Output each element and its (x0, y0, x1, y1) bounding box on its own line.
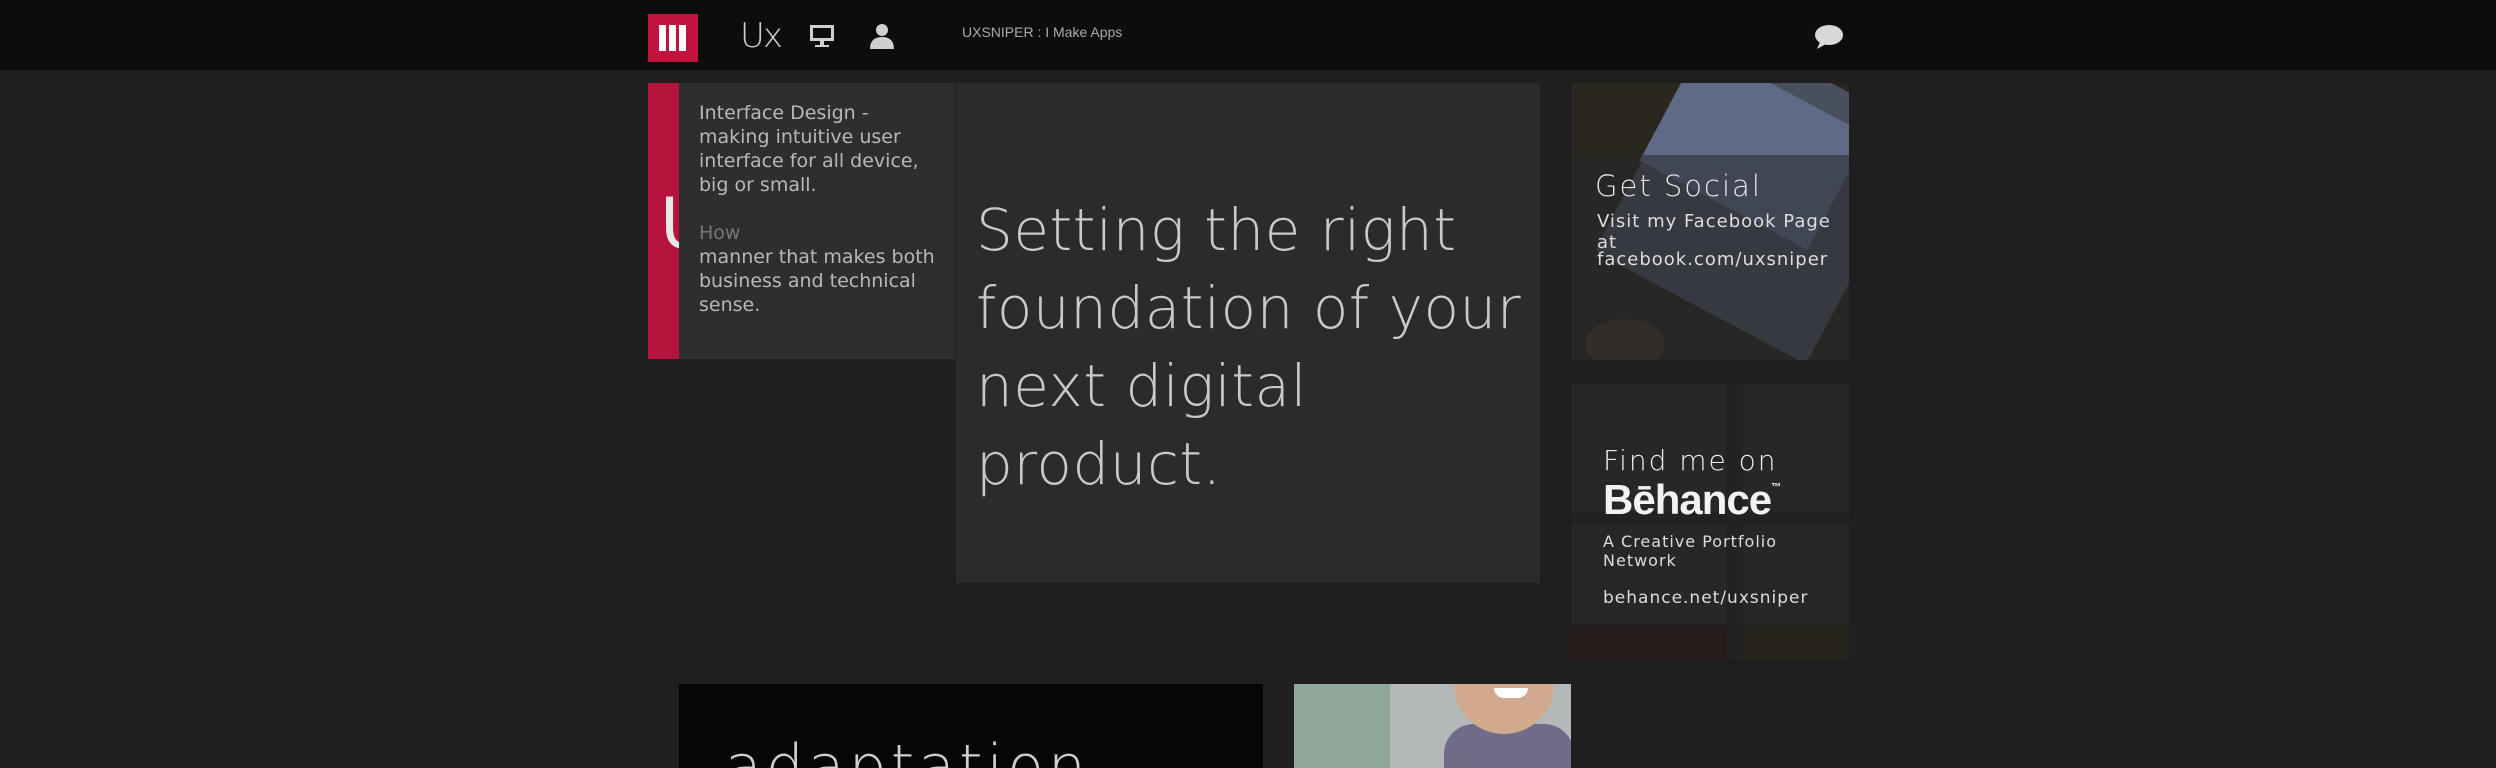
photo-background (1294, 684, 1390, 768)
adaptation-tile[interactable]: adaptation (679, 684, 1263, 768)
user-icon[interactable] (868, 22, 896, 50)
menu-icon[interactable] (648, 14, 698, 62)
behance-subtitle: A Creative Portfolio Network (1603, 532, 1778, 570)
hero-panel: Setting the right foundation of your nex… (956, 83, 1540, 583)
facebook-link[interactable]: facebook.com/uxsniper (1597, 249, 1828, 270)
behance-logo: Bēhance™ (1603, 476, 1781, 523)
hero-headline: Setting the right foundation of your nex… (976, 196, 1522, 498)
facebook-text: Visit my Facebook Page at (1597, 211, 1831, 253)
facebook-tile[interactable]: Get Social Visit my Facebook Page at fac… (1571, 83, 1849, 360)
profile-photo-tile[interactable] (1294, 684, 1571, 768)
adaptation-text: adaptation (725, 732, 1090, 768)
service-popup: Interface Design - making intuitive user… (679, 83, 955, 359)
photo-smile (1494, 688, 1528, 698)
popup-text-manner: manner that makes both business and tech… (699, 246, 935, 316)
behance-find-text: Find me on (1603, 444, 1778, 477)
behance-tile[interactable]: Find me on Bēhance™ A Creative Portfolio… (1571, 384, 1849, 660)
site-title: UXSNIPER : I Make Apps (962, 24, 1123, 40)
ux-logo[interactable]: Ux (740, 16, 783, 56)
popup-text-interface: Interface Design - making intuitive user… (699, 102, 919, 196)
desktop-icon[interactable] (808, 22, 836, 50)
get-social-title: Get Social (1595, 169, 1762, 203)
chat-icon[interactable] (1814, 24, 1844, 50)
popup-text-how: How (699, 222, 741, 244)
top-navigation-bar: Ux UXSNIPER : I Make Apps (0, 0, 2496, 70)
behance-link[interactable]: behance.net/uxsniper (1603, 588, 1808, 608)
